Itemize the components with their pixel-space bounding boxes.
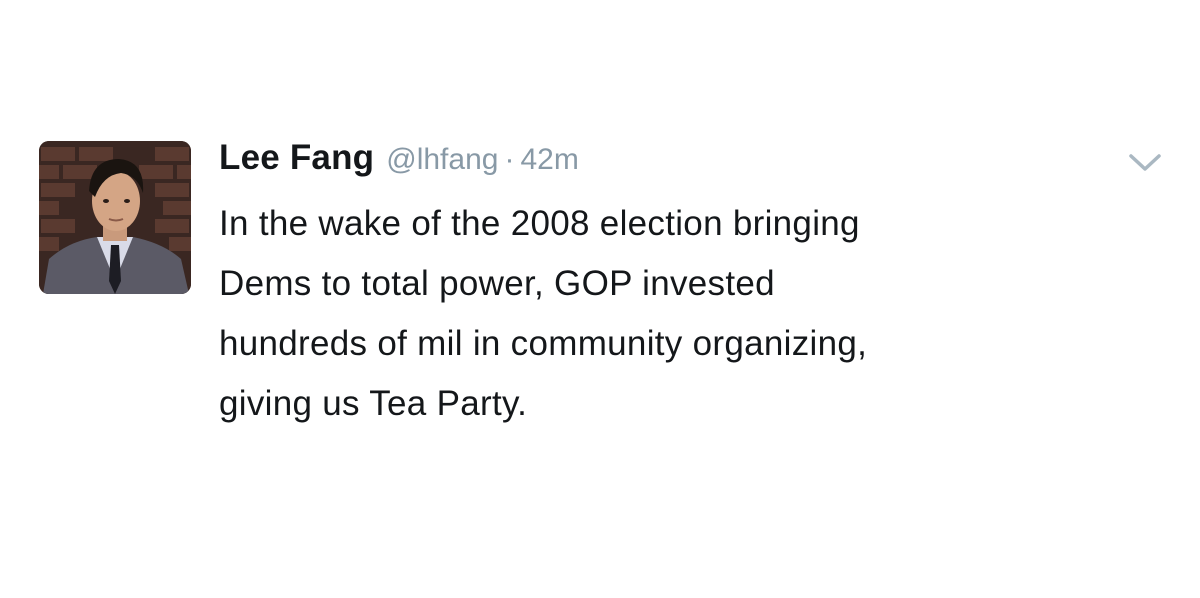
tweet-text-line: hundreds of mil in community organizing, xyxy=(219,324,868,363)
avatar[interactable] xyxy=(39,141,191,294)
tweet-header: Lee Fang @lhfang · 42m xyxy=(219,138,1119,190)
tweet-content: Lee Fang @lhfang · 42m In the wake of th… xyxy=(219,138,1119,434)
separator-dot: · xyxy=(504,143,515,176)
tweet-text: In the wake of the 2008 election bringin… xyxy=(219,194,1119,434)
username-handle[interactable]: @lhfang xyxy=(386,143,498,177)
tweet-text-line: In the wake of the 2008 election bringin… xyxy=(219,204,860,243)
profile-photo-icon xyxy=(39,141,191,294)
timestamp[interactable]: 42m xyxy=(520,143,578,177)
tweet: Lee Fang @lhfang · 42m In the wake of th… xyxy=(0,0,1200,598)
tweet-text-line: Dems to total power, GOP invested xyxy=(219,264,775,303)
chevron-down-icon[interactable] xyxy=(1127,150,1163,174)
display-name[interactable]: Lee Fang xyxy=(219,138,374,178)
tweet-text-line: giving us Tea Party. xyxy=(219,384,528,423)
